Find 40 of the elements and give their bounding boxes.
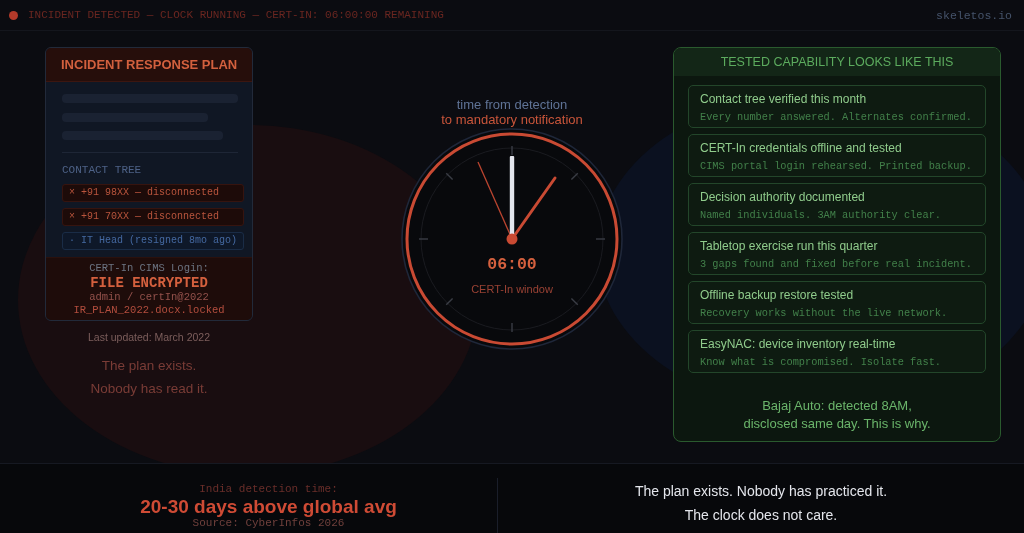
plan-note-line: The plan exists. [101, 357, 197, 375]
clock-caption: to mandatory notification [441, 111, 583, 127]
item-title: Contact tree verified this month [700, 91, 867, 107]
plan-title: INCIDENT RESPONSE PLAN [46, 48, 252, 82]
obscured-text: admin / certIn@2022 [89, 291, 209, 304]
item-title: Offline backup restore tested [700, 287, 854, 303]
file-name: IR_PLAN_2022.docx.locked [73, 304, 225, 317]
item-detail: CIMS portal login rehearsed. Printed backup. [700, 159, 972, 173]
item-title: Decision authority documented [700, 189, 865, 205]
item-detail: Named individuals. 3AM authority clear. [700, 208, 941, 222]
contact-entry: × +91 98XX — disconnected [62, 184, 244, 202]
capability-note-line: Bajaj Auto: detected 8AM, [762, 397, 912, 415]
window-label: CERT-In window [471, 282, 553, 296]
clock-caption: time from detection [456, 96, 568, 112]
site-name: skeletos.io [936, 8, 1012, 22]
section-label: CONTACT TREE [62, 163, 142, 177]
capability-title: TESTED CAPABILITY LOOKS LIKE THIS [674, 48, 1000, 76]
item-title: Tabletop exercise run this quarter [700, 238, 878, 254]
capability-note-line: disclosed same day. This is why. [743, 415, 931, 433]
overlay-title: FILE ENCRYPTED [90, 275, 208, 291]
message-line: The clock does not care. [684, 506, 838, 525]
plan-note-line: Nobody has read it. [90, 380, 208, 398]
last-updated-text: Last updated: March 2022 [88, 330, 210, 344]
item-detail: Every number answered. Alternates confirmed. [700, 110, 972, 124]
status-text: INCIDENT DETECTED — CLOCK RUNNING — CERT-IN: 06:00:00 REMAINING [28, 9, 444, 21]
item-title: CERT-In credentials offline and tested [700, 140, 902, 156]
obscured-text: CERT-In CIMS Login: [89, 262, 209, 275]
item-title: EasyNAC: device inventory real-time [700, 336, 896, 352]
pivot-dot-icon [506, 233, 518, 245]
status-dot-icon [9, 10, 18, 20]
item-detail: 3 gaps found and fixed before real incident. [700, 257, 972, 271]
countdown-time: 06:00 [487, 255, 537, 275]
message-line: The plan exists. Nobody has practiced it. [634, 482, 888, 501]
item-detail: Recovery works without the live network. [700, 306, 948, 320]
source-text: Source: CyberInfos 2026 [192, 517, 345, 530]
contact-entry: × +91 70XX — disconnected [62, 208, 244, 226]
contact-entry: · IT Head (resigned 8mo ago) [62, 232, 244, 250]
stat-label: India detection time: [199, 483, 338, 496]
item-detail: Know what is compromised. Isolate fast. [700, 355, 941, 369]
stat-value: 20-30 days above global avg [140, 496, 397, 517]
